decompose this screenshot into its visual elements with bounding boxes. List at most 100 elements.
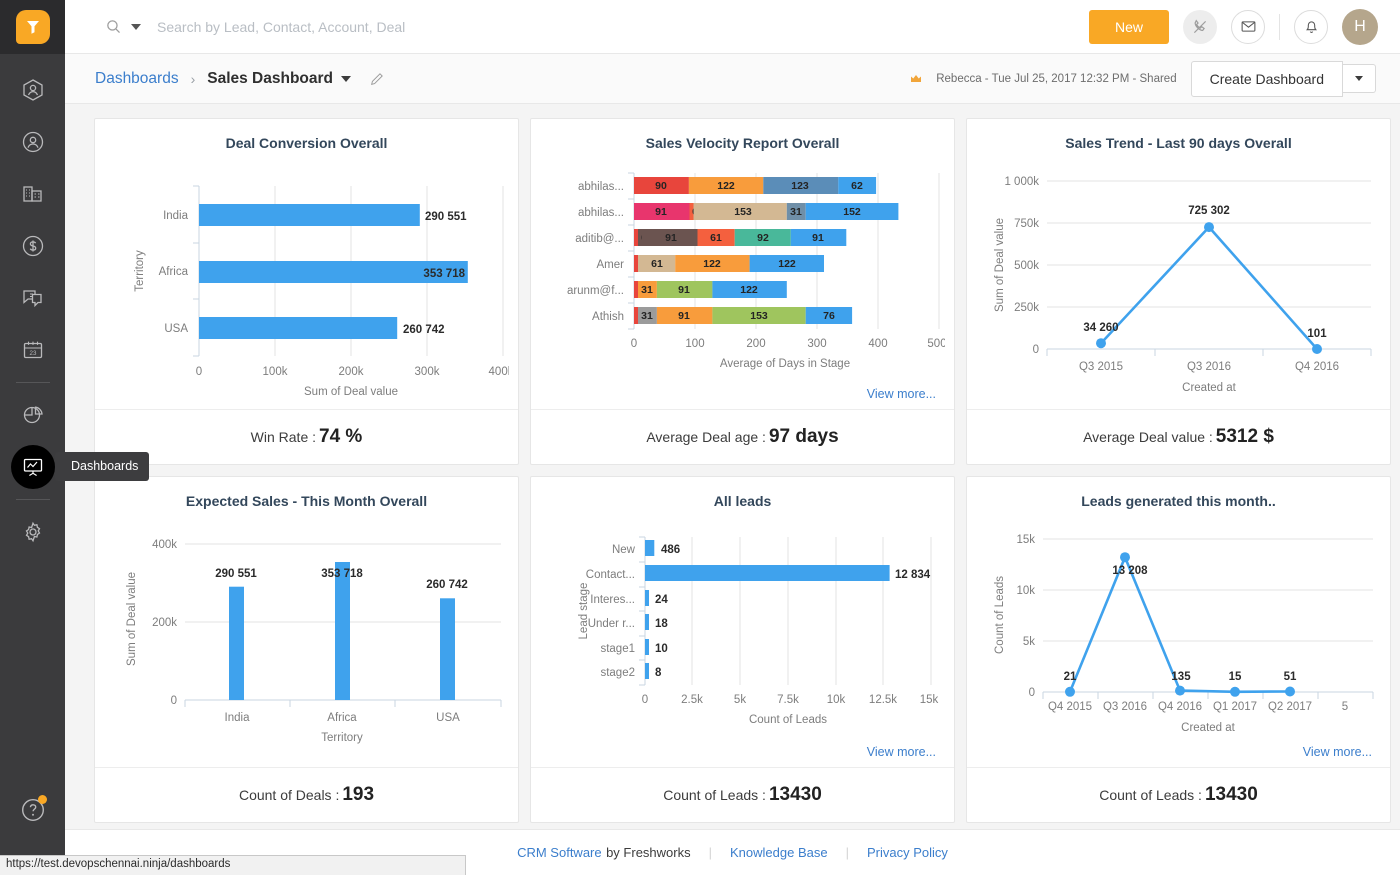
svg-text:Q4 2015: Q4 2015 [1048, 701, 1092, 713]
svg-text:Territory: Territory [134, 250, 146, 292]
view-more-link[interactable]: View more... [1303, 745, 1372, 759]
widget-title: All leads [545, 493, 940, 509]
svg-text:0: 0 [1029, 687, 1035, 699]
phone-button[interactable] [1183, 10, 1217, 44]
svg-text:290 551: 290 551 [425, 211, 467, 223]
sidebar-tooltip: Dashboards [55, 452, 149, 481]
calendar-icon: 23 [21, 338, 45, 362]
svg-text:122: 122 [703, 258, 721, 270]
bell-icon [1303, 18, 1320, 35]
crm-software-link[interactable]: CRM Software [517, 845, 602, 860]
svg-text:Count of Leads: Count of Leads [749, 714, 827, 726]
sidebar-item-leads[interactable] [0, 64, 65, 116]
svg-text:Sum of Deal value: Sum of Deal value [304, 386, 398, 398]
svg-text:300: 300 [807, 338, 826, 350]
dashboard-chevron-down-icon[interactable] [341, 76, 351, 82]
footer-label: Count of Deals : [239, 787, 339, 803]
svg-text:Sum of Deal value: Sum of Deal value [994, 218, 1006, 312]
svg-text:New: New [612, 544, 636, 556]
widget-expected-sales: Expected Sales - This Month Overall 400k… [94, 476, 519, 823]
svg-text:Q4 2016: Q4 2016 [1295, 361, 1339, 373]
create-dashboard-chevron-down-icon[interactable] [1343, 64, 1376, 93]
svg-text:Q2 2017: Q2 2017 [1268, 701, 1312, 713]
footer-value: 5312 $ [1216, 426, 1274, 448]
status-bar-url: https://test.devopschennai.ninja/dashboa… [0, 855, 466, 875]
svg-text:Interes...: Interes... [590, 594, 635, 606]
widget-footer: Count of Leads : 13430 [531, 767, 954, 822]
svg-text:725 302: 725 302 [1188, 205, 1230, 217]
svg-text:250k: 250k [1014, 302, 1039, 314]
help-button[interactable] [0, 797, 65, 823]
svg-text:353 718: 353 718 [321, 568, 363, 580]
footer-divider-1: | [709, 845, 712, 860]
svg-text:USA: USA [436, 712, 460, 724]
sales-velocity-chart: abhilas... abhilas... aditib@... Amer ar… [545, 151, 945, 391]
app-logo[interactable] [0, 0, 65, 54]
pencil-icon[interactable] [369, 71, 385, 87]
sidebar-item-deals[interactable] [0, 220, 65, 272]
widget-title: Leads generated this month.. [981, 493, 1376, 509]
view-more-link[interactable]: View more... [867, 745, 936, 759]
create-dashboard-button[interactable]: Create Dashboard [1191, 61, 1343, 97]
svg-text:122: 122 [717, 180, 735, 192]
svg-text:91: 91 [655, 206, 667, 218]
svg-text:122: 122 [778, 258, 796, 270]
sidebar-item-contacts[interactable] [0, 116, 65, 168]
deal-conversion-chart: India Africa USA Territory 290 551 353 7… [109, 151, 509, 401]
sidebar-divider-1 [16, 382, 50, 383]
svg-text:62: 62 [851, 180, 863, 192]
search-scope-chevron-down-icon[interactable] [131, 24, 141, 30]
svg-text:260 742: 260 742 [403, 324, 445, 336]
sidebar-item-calendar[interactable]: 23 [0, 324, 65, 376]
privacy-policy-link[interactable]: Privacy Policy [867, 845, 948, 860]
svg-text:91: 91 [665, 232, 677, 244]
svg-text:24: 24 [655, 594, 668, 606]
widget-title: Deal Conversion Overall [109, 135, 504, 151]
widget-footer: Count of Deals : 193 [95, 767, 518, 822]
svg-text:Africa: Africa [327, 712, 357, 724]
sidebar-item-settings[interactable] [0, 506, 65, 558]
svg-text:300k: 300k [415, 366, 440, 378]
svg-text:15: 15 [1229, 671, 1242, 683]
svg-text:India: India [163, 210, 189, 222]
svg-text:stage2: stage2 [600, 667, 635, 679]
svg-text:Lead stage: Lead stage [578, 583, 590, 640]
search-input[interactable] [157, 19, 677, 35]
svg-text:Africa: Africa [159, 266, 189, 278]
svg-text:122: 122 [740, 284, 758, 296]
svg-text:15k: 15k [920, 694, 939, 706]
widget-sales-trend: Sales Trend - Last 90 days Overall 1 000… [966, 118, 1391, 465]
footer-label: Average Deal value : [1083, 429, 1213, 445]
mail-button[interactable] [1231, 10, 1265, 44]
breadcrumb-dashboards-link[interactable]: Dashboards [95, 70, 179, 88]
widget-grid: Deal Conversion Overall India Afric [65, 104, 1400, 829]
widget-footer: Count of Leads : 13430 [967, 767, 1390, 822]
notifications-button[interactable] [1294, 10, 1328, 44]
svg-text:arunm@f...: arunm@f... [567, 285, 624, 297]
svg-text:USA: USA [164, 323, 188, 335]
sidebar-item-reports[interactable] [0, 389, 65, 441]
sales-trend-chart: 1 000k 750k 500k 250k 0 Sum of Deal valu… [981, 151, 1381, 401]
svg-text:34 260: 34 260 [1083, 322, 1118, 334]
widget-title: Expected Sales - This Month Overall [109, 493, 504, 509]
svg-text:5k: 5k [734, 694, 746, 706]
knowledge-base-link[interactable]: Knowledge Base [730, 845, 828, 860]
new-button[interactable]: New [1089, 10, 1169, 44]
svg-text:353 718: 353 718 [423, 268, 465, 280]
freshsales-logo-icon [16, 10, 50, 44]
svg-text:200: 200 [746, 338, 765, 350]
view-more-link[interactable]: View more... [867, 387, 936, 401]
svg-text:Sum of Deal value: Sum of Deal value [126, 572, 138, 666]
svg-text:12.5k: 12.5k [869, 694, 897, 706]
top-divider [1279, 14, 1280, 40]
global-search[interactable] [105, 18, 1089, 35]
svg-text:Count of Leads: Count of Leads [994, 576, 1006, 654]
svg-text:0: 0 [642, 694, 648, 706]
sidebar-item-accounts[interactable] [0, 168, 65, 220]
sidebar-item-conversations[interactable] [0, 272, 65, 324]
avatar[interactable]: H [1342, 9, 1378, 45]
svg-text:2.5k: 2.5k [681, 694, 703, 706]
svg-text:486: 486 [661, 544, 680, 556]
svg-text:10: 10 [655, 643, 668, 655]
svg-text:Average of Days in Stage: Average of Days in Stage [720, 358, 850, 370]
